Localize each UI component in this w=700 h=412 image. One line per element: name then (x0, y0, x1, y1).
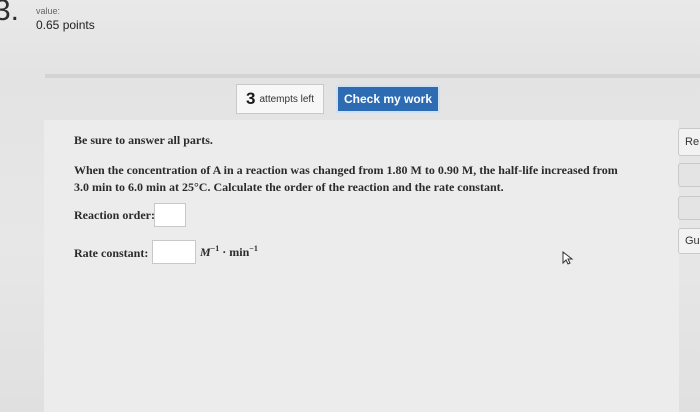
rate-constant-label: Rate constant: (74, 246, 149, 260)
attempts-count: 3 (246, 89, 256, 108)
side-button-middle[interactable] (678, 163, 700, 187)
instructions-text: Be sure to answer all parts. (74, 133, 213, 147)
value-label: value: (36, 6, 61, 16)
unit-dot: · (222, 245, 227, 259)
unit-molar: M (200, 245, 211, 259)
side-button-blank[interactable] (678, 196, 700, 220)
rate-units: M−1 · min−1 (200, 244, 258, 260)
unit-min: min (229, 245, 250, 259)
attempts-text: attempts left (259, 93, 314, 105)
mouse-pointer-icon (562, 251, 574, 265)
side-button-guided[interactable]: Gu (678, 228, 700, 254)
points-value: 0.65 points (36, 18, 95, 32)
question-number: 3. (0, 0, 20, 27)
rate-constant-input[interactable] (152, 240, 196, 264)
top-divider (45, 74, 700, 78)
check-my-work-button[interactable]: Check my work (336, 85, 440, 113)
attempts-indicator: 3 attempts left (236, 84, 324, 114)
reaction-order-input[interactable] (154, 203, 186, 227)
side-button-references[interactable]: Re (678, 128, 700, 156)
problem-statement: When the concentration of A in a reactio… (74, 163, 618, 194)
unit-min-exponent: −1 (249, 244, 258, 253)
reaction-order-label: Reaction order: (74, 208, 155, 222)
unit-molar-exponent: −1 (210, 244, 220, 253)
